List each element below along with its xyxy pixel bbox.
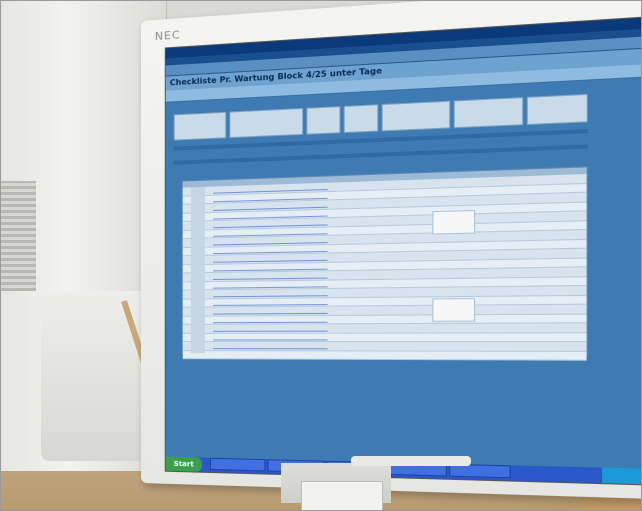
taskbar-item [210,458,265,472]
monitor-vent-grille [1,181,36,291]
monitor-bezel: NEC Checkliste Pr. Wartung Block 4/25 un… [141,0,642,500]
row-number-column [191,187,205,353]
monitor-screen: Checkliste Pr. Wartung Block 4/25 unter … [165,16,642,485]
barcode-label [301,481,383,511]
stand-clip [351,456,471,466]
highlighted-cell [432,298,475,322]
start-button: Start [166,457,202,472]
system-tray [602,468,642,485]
brand-logo: NEC [155,28,181,43]
link-column [213,183,328,354]
highlighted-cell [432,210,475,235]
checklist-table [182,166,588,355]
photo-frame: NEC Checkliste Pr. Wartung Block 4/25 un… [0,0,642,511]
nec-monitor: NEC Checkliste Pr. Wartung Block 4/25 un… [141,0,642,511]
